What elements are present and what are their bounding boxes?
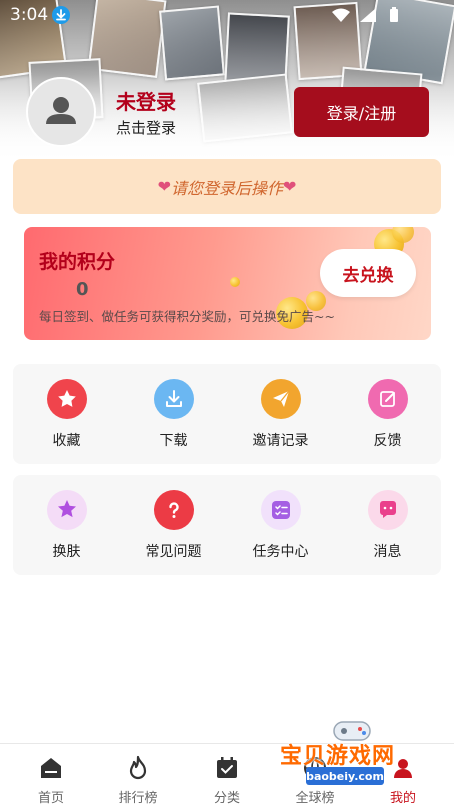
login-tip-bar: ❤ 请您登录后操作 ❤ [13, 159, 441, 214]
grid-label: 邀请记录 [252, 433, 309, 449]
grid-label: 常见问题 [145, 544, 202, 560]
redeem-button[interactable]: 去兑换 [320, 249, 416, 297]
nav-item-category[interactable]: 分类 [182, 744, 272, 807]
grid-item-invite-records[interactable]: 邀请记录 [227, 364, 334, 464]
points-card: 我的积分 0 每日签到、做任务可获得积分奖励，可兑换免广告~~ 去兑换 [24, 227, 431, 340]
skin-icon [47, 490, 87, 530]
nav-item-ranking[interactable]: 排行榜 [93, 744, 183, 807]
avatar[interactable] [26, 77, 96, 147]
star-icon [47, 379, 87, 419]
login-tip-text: 请您登录后操作 [170, 178, 283, 198]
nav-label: 排行榜 [118, 791, 158, 806]
paper-plane-icon [261, 379, 301, 419]
calendar-icon [217, 757, 237, 778]
coin-decoration [230, 277, 240, 287]
feature-grid-bottom: 换肤 常见问题 任务中心 消息 [13, 475, 441, 575]
grid-item-download[interactable]: 下载 [120, 364, 227, 464]
feature-grid-top: 收藏 下载 邀请记录 反馈 [13, 364, 441, 464]
watermark-url: baobeiy.com [306, 767, 384, 785]
task-list-icon [261, 490, 301, 530]
watermark-text: 宝贝游戏网 [280, 744, 396, 769]
download-icon [154, 379, 194, 419]
grid-item-messages[interactable]: 消息 [334, 475, 441, 575]
login-register-button[interactable]: 登录/注册 [294, 87, 429, 137]
grid-label: 下载 [159, 433, 188, 449]
grid-label: 任务中心 [252, 544, 309, 560]
heart-icon: ❤ [283, 177, 297, 196]
points-title: 我的积分 [39, 251, 116, 273]
fire-icon [129, 755, 147, 780]
grid-item-faq[interactable]: 常见问题 [120, 475, 227, 575]
points-value: 0 [76, 279, 89, 300]
download-notification-icon [52, 6, 70, 24]
grid-item-favorites[interactable]: 收藏 [13, 364, 120, 464]
home-icon [41, 758, 61, 778]
grid-label: 反馈 [373, 433, 402, 449]
points-description: 每日签到、做任务可获得积分奖励，可兑换免广告~~ [39, 309, 335, 324]
grid-label: 换肤 [52, 544, 81, 560]
user-silhouette-icon [46, 97, 76, 124]
status-bar: 3:04 [0, 0, 454, 30]
user-name[interactable]: 未登录 [116, 86, 176, 115]
grid-label: 收藏 [52, 433, 81, 449]
nav-label: 首页 [37, 791, 64, 806]
coin-decoration [392, 227, 414, 243]
nav-label: 分类 [213, 791, 240, 806]
status-time: 3:04 [10, 5, 49, 25]
edit-icon [368, 379, 408, 419]
question-icon [154, 490, 194, 530]
grid-item-feedback[interactable]: 反馈 [334, 364, 441, 464]
heart-icon: ❤ [157, 177, 171, 196]
nav-item-home[interactable]: 首页 [6, 744, 96, 807]
grid-item-task-center[interactable]: 任务中心 [227, 475, 334, 575]
grid-item-skin[interactable]: 换肤 [13, 475, 120, 575]
grid-label: 消息 [373, 544, 402, 560]
watermark: 宝贝游戏网 baobeiy.com [278, 714, 428, 806]
message-icon [368, 490, 408, 530]
login-prompt[interactable]: 点击登录 [116, 117, 176, 138]
signal-battery-icons [332, 7, 398, 22]
